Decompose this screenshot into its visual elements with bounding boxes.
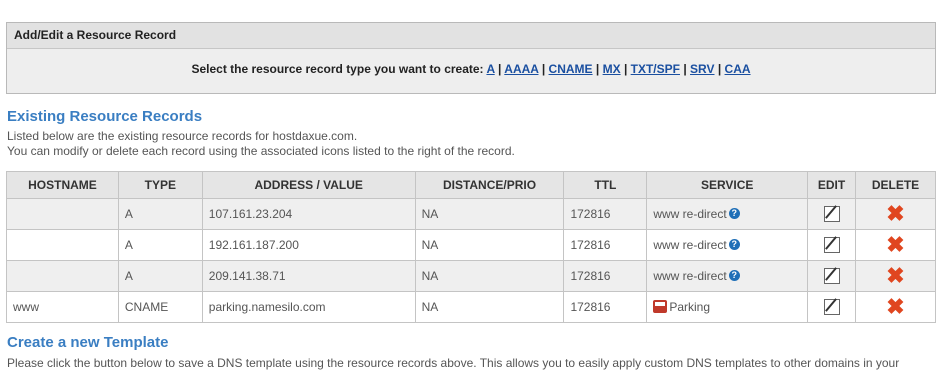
table-header-row: HOSTNAME TYPE ADDRESS / VALUE DISTANCE/P… [6,171,936,199]
service-label: www re-direct [653,269,727,283]
table-row: A 209.141.38.71 NA 172816 www re-direct?… [6,260,936,292]
parking-icon [653,300,668,313]
cell-service: www re-direct? [646,229,809,261]
help-icon[interactable]: ? [728,208,740,219]
header-ttl: TTL [563,171,648,199]
create-template-desc: Please click the button below to save a … [7,356,900,370]
header-type: TYPE [117,171,203,199]
add-edit-panel: Add/Edit a Resource Record Select the re… [6,22,936,94]
records-table: HOSTNAME TYPE ADDRESS / VALUE DISTANCE/P… [6,171,936,323]
service-label: www re-direct [653,207,727,221]
type-link-srv[interactable]: SRV [690,62,714,76]
cell-address: parking.namesilo.com [201,291,416,323]
cell-hostname: www [6,291,119,323]
edit-icon[interactable] [823,206,840,222]
separator: | [498,62,502,76]
cell-ttl: 172816 [563,229,648,261]
cell-delete: ✖ [855,198,936,230]
type-link-cname[interactable]: CNAME [549,62,593,76]
header-delete: DELETE [855,171,936,199]
cell-ttl: 172816 [563,260,648,292]
cell-address: 192.161.187.200 [201,229,416,261]
cell-address: 209.141.38.71 [201,260,416,292]
edit-icon[interactable] [823,268,840,284]
table-row: www CNAME parking.namesilo.com NA 172816… [6,291,936,323]
cell-type: A [117,198,203,230]
help-icon[interactable]: ? [728,239,740,250]
type-link-txt-spf[interactable]: TXT/SPF [631,62,680,76]
header-edit: EDIT [807,171,857,199]
cell-type: A [117,260,203,292]
cell-service: Parking [646,291,809,323]
service-label: Parking [669,300,711,314]
cell-delete: ✖ [855,291,936,323]
edit-icon[interactable] [823,237,840,253]
cell-hostname [6,260,119,292]
table-row: A 192.161.187.200 NA 172816 www re-direc… [6,229,936,261]
cell-distance: NA [414,260,565,292]
edit-icon[interactable] [823,299,840,315]
existing-records-desc-2: You can modify or delete each record usi… [7,144,515,158]
separator: | [683,62,687,76]
cell-ttl: 172816 [563,198,648,230]
type-link-a[interactable]: A [486,62,494,76]
record-type-prompt: Select the resource record type you want… [191,62,484,76]
cell-delete: ✖ [855,260,936,292]
header-service: SERVICE [646,171,809,199]
table-row: A 107.161.23.204 NA 172816 www re-direct… [6,198,936,230]
delete-icon[interactable]: ✖ [886,296,904,318]
separator: | [623,62,628,76]
help-icon[interactable]: ? [728,270,740,281]
cell-service: www re-direct? [646,198,809,230]
existing-records-desc-1: Listed below are the existing resource r… [7,129,358,143]
cell-hostname [6,229,119,261]
cell-ttl: 172816 [563,291,648,323]
cell-distance: NA [414,198,565,230]
cell-delete: ✖ [855,229,936,261]
create-template-title: Create a new Template [7,334,169,351]
separator: | [541,62,546,76]
cell-distance: NA [414,291,565,323]
header-hostname: HOSTNAME [6,171,119,199]
panel-title: Add/Edit a Resource Record [7,23,935,49]
header-address: ADDRESS / VALUE [201,171,416,199]
type-link-mx[interactable]: MX [603,62,621,76]
cell-type: A [117,229,203,261]
cell-edit [807,291,857,323]
cell-edit [807,260,857,292]
cell-distance: NA [414,229,565,261]
type-link-aaaa[interactable]: AAAA [504,62,538,76]
cell-edit [807,198,857,230]
separator: | [595,62,600,76]
cell-service: www re-direct? [646,260,809,292]
cell-address: 107.161.23.204 [201,198,416,230]
delete-icon[interactable]: ✖ [886,234,904,256]
existing-records-title: Existing Resource Records [7,108,203,125]
header-distance: DISTANCE/PRIO [414,171,565,199]
record-type-selector: Select the resource record type you want… [7,49,935,76]
separator: | [717,62,722,76]
cell-edit [807,229,857,261]
cell-type: CNAME [117,291,203,323]
cell-hostname [6,198,119,230]
delete-icon[interactable]: ✖ [886,265,904,287]
delete-icon[interactable]: ✖ [886,203,904,225]
type-link-caa[interactable]: CAA [725,62,751,76]
service-label: www re-direct [653,238,727,252]
